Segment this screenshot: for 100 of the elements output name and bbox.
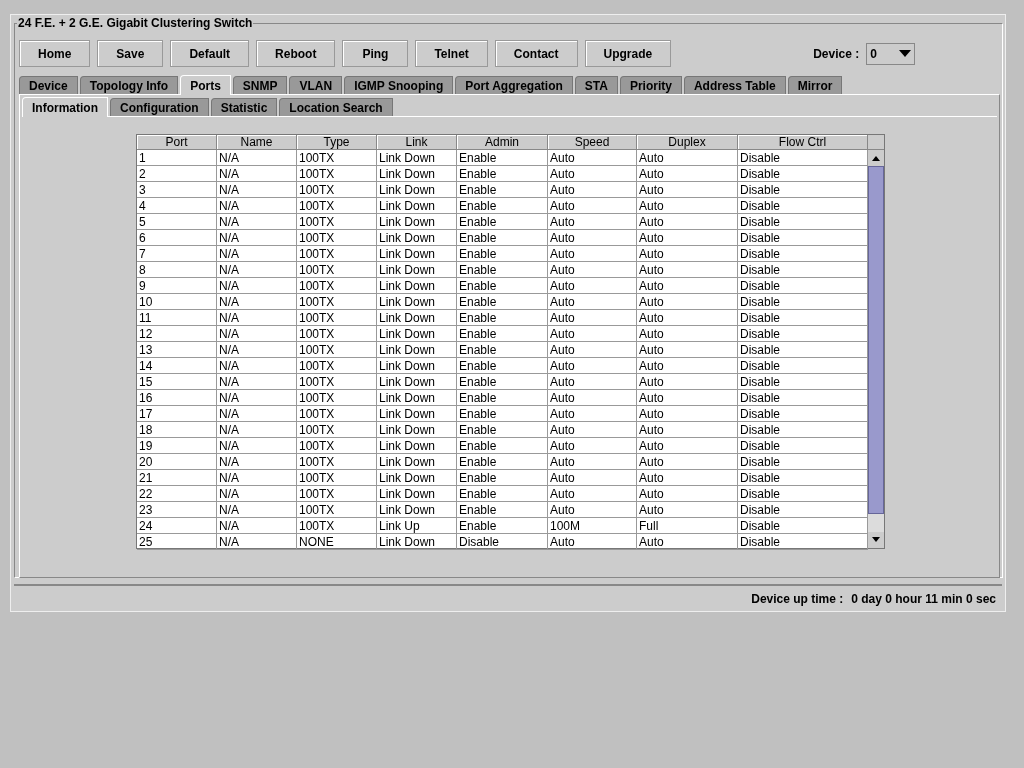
column-header[interactable]: Duplex (637, 135, 738, 150)
table-cell: Link Down (377, 502, 457, 518)
table-cell: Auto (637, 166, 738, 182)
table-cell: Auto (637, 214, 738, 230)
scroll-up-icon[interactable] (868, 150, 884, 166)
toolbar-button[interactable]: Upgrade (584, 40, 672, 67)
table-cell: 15 (137, 374, 217, 390)
table-cell: 100TX (297, 390, 377, 406)
device-dropdown[interactable]: 0 (866, 42, 916, 65)
table-cell: Enable (457, 294, 548, 310)
table-cell: Disable (457, 534, 548, 550)
column-header[interactable]: Port (137, 135, 217, 150)
table-cell: 23 (137, 502, 217, 518)
tab[interactable]: Priority (619, 76, 682, 94)
table-cell: Auto (637, 390, 738, 406)
tab[interactable]: Address Table (683, 76, 786, 94)
table-cell: 100TX (297, 518, 377, 534)
toolbar-button[interactable]: Home (19, 40, 91, 67)
table-cell: N/A (217, 502, 297, 518)
column-header[interactable]: Link (377, 135, 457, 150)
table-cell: 100TX (297, 438, 377, 454)
table-cell: Auto (548, 150, 637, 166)
table-cell: Link Down (377, 214, 457, 230)
table-cell: Auto (637, 198, 738, 214)
table-cell: N/A (217, 342, 297, 358)
table-cell: 12 (137, 326, 217, 342)
table-cell: Enable (457, 422, 548, 438)
table-cell: Enable (457, 246, 548, 262)
table-cell: 100TX (297, 342, 377, 358)
tab[interactable]: Location Search (279, 98, 393, 116)
table-cell: Auto (548, 422, 637, 438)
table-cell: Link Down (377, 470, 457, 486)
tab[interactable]: VLAN (289, 76, 343, 94)
table-cell: 100TX (297, 486, 377, 502)
table-cell: 100M (548, 518, 637, 534)
table-cell: Auto (637, 454, 738, 470)
table-cell: 100TX (297, 454, 377, 470)
tab[interactable]: Mirror (787, 76, 843, 94)
table-cell: 100TX (297, 358, 377, 374)
toolbar-button[interactable]: Telnet (415, 40, 488, 67)
table-cell: Link Down (377, 230, 457, 246)
toolbar-button[interactable]: Reboot (256, 40, 336, 67)
tab[interactable]: Ports (180, 75, 231, 95)
table-cell: Link Down (377, 310, 457, 326)
table-cell: 25 (137, 534, 217, 550)
tab[interactable]: Port Aggregation (455, 76, 573, 94)
table-cell: 2 (137, 166, 217, 182)
column-header[interactable]: Flow Ctrl (738, 135, 868, 150)
tab[interactable]: Configuration (110, 98, 209, 116)
tab[interactable]: Topology Info (79, 76, 179, 94)
tab[interactable]: Device (19, 76, 78, 94)
toolbar-button[interactable]: Default (170, 40, 250, 67)
column-header[interactable]: Name (217, 135, 297, 150)
table-cell: 1 (137, 150, 217, 166)
table-cell: 100TX (297, 246, 377, 262)
table-cell: Auto (637, 150, 738, 166)
table-cell: Enable (457, 326, 548, 342)
column-header[interactable]: Speed (548, 135, 637, 150)
toolbar-button[interactable]: Ping (342, 40, 409, 67)
table-cell: Enable (457, 278, 548, 294)
table-cell: Auto (637, 230, 738, 246)
table-cell: Auto (548, 438, 637, 454)
table-cell: N/A (217, 294, 297, 310)
table-cell: Link Down (377, 182, 457, 198)
table-cell: N/A (217, 262, 297, 278)
column-header[interactable]: Admin (457, 135, 548, 150)
table-cell: Auto (637, 326, 738, 342)
table-cell: Auto (637, 310, 738, 326)
table-cell: N/A (217, 310, 297, 326)
table-cell: N/A (217, 406, 297, 422)
scroll-down-icon[interactable] (868, 532, 884, 548)
table-cell: Auto (548, 406, 637, 422)
table-cell: 100TX (297, 470, 377, 486)
table-cell: N/A (217, 166, 297, 182)
column-header[interactable]: Type (297, 135, 377, 150)
tab[interactable]: Statistic (210, 98, 278, 116)
table-cell: Auto (637, 406, 738, 422)
table-cell: Enable (457, 358, 548, 374)
table-cell: Auto (548, 182, 637, 198)
table-cell: 100TX (297, 374, 377, 390)
tab[interactable]: Information (22, 97, 108, 117)
table-cell: Auto (637, 438, 738, 454)
table-cell: 100TX (297, 406, 377, 422)
table-cell: 21 (137, 470, 217, 486)
toolbar-button[interactable]: Contact (494, 40, 578, 67)
tab[interactable]: STA (574, 76, 618, 94)
tab[interactable]: SNMP (232, 76, 288, 94)
table-cell: Enable (457, 214, 548, 230)
table-cell: 100TX (297, 150, 377, 166)
tab[interactable]: IGMP Snooping (344, 76, 454, 94)
toolbar-button[interactable]: Save (97, 40, 164, 67)
table-cell: Enable (457, 342, 548, 358)
table-cell: 3 (137, 182, 217, 198)
table-cell: Auto (548, 230, 637, 246)
table-cell: Link Up (377, 518, 457, 534)
table-cell: Auto (637, 534, 738, 550)
table-cell: Enable (457, 374, 548, 390)
table-cell: 22 (137, 486, 217, 502)
table-cell: Link Down (377, 278, 457, 294)
table-cell: 16 (137, 390, 217, 406)
